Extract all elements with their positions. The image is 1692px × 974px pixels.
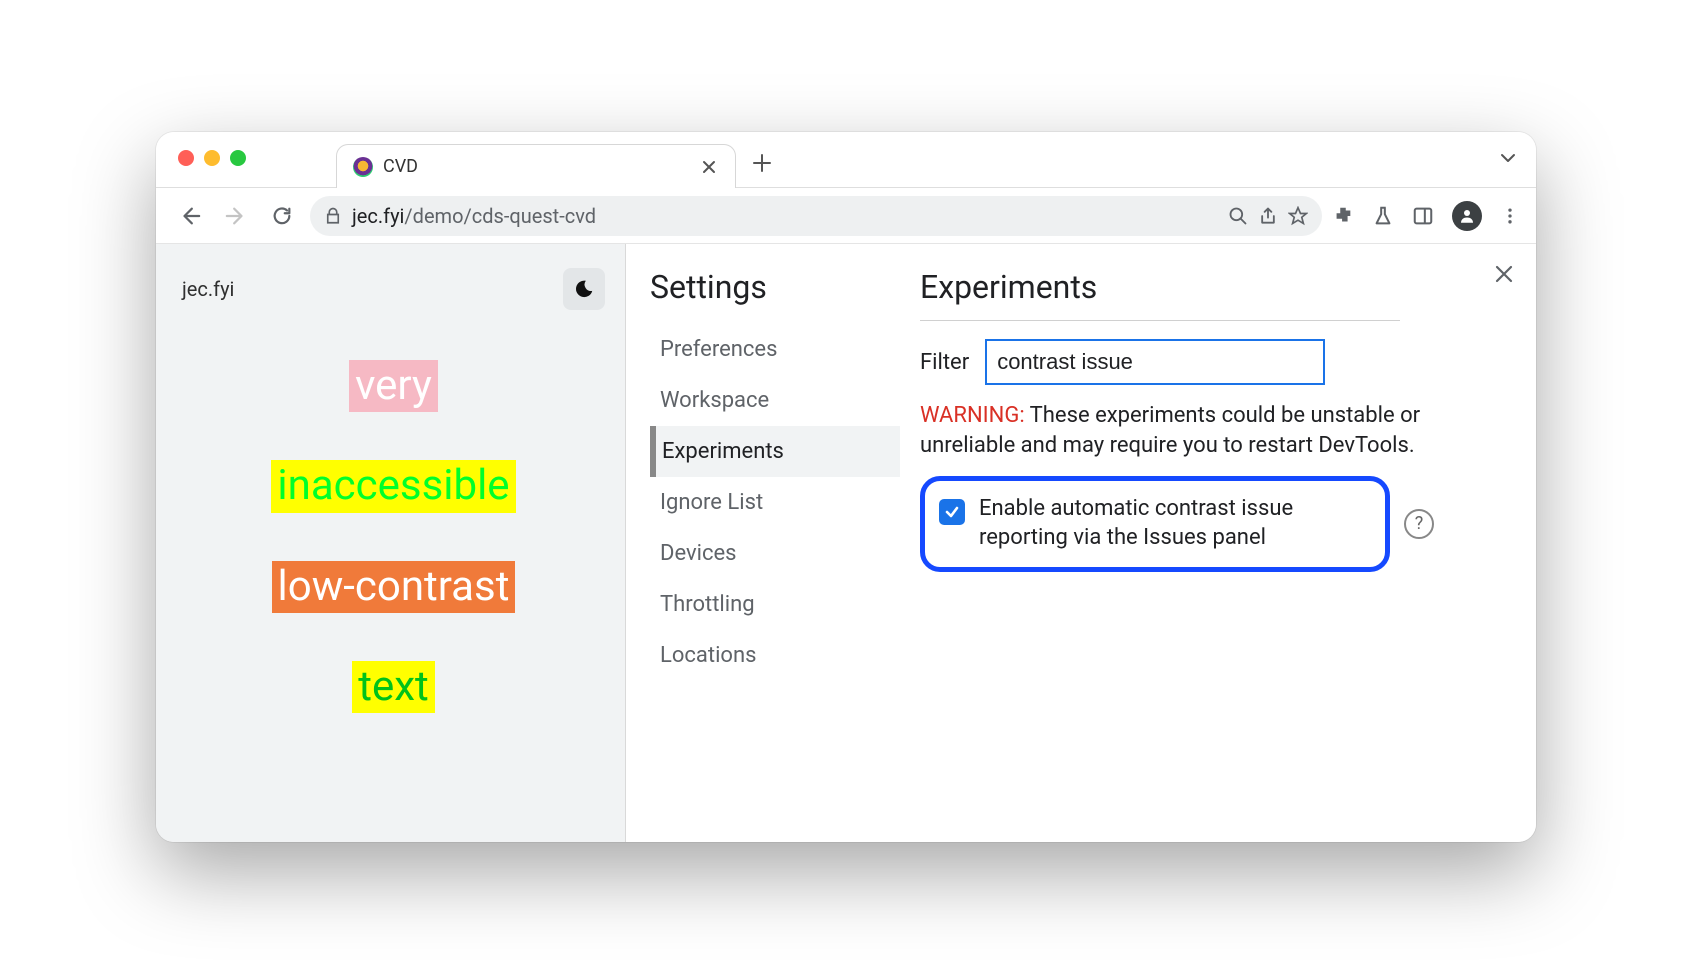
minimize-window-button[interactable] — [204, 150, 220, 166]
demo-words: very inaccessible low-contrast text — [182, 340, 605, 842]
labs-icon[interactable] — [1372, 205, 1394, 227]
maximize-window-button[interactable] — [230, 150, 246, 166]
menu-item-preferences[interactable]: Preferences — [650, 324, 900, 375]
content-area: jec.fyi very inaccessible low-contrast t… — [156, 244, 1536, 842]
address-bar[interactable]: jec.fyi/demo/cds-quest-cvd — [310, 196, 1322, 236]
settings-sidebar: Settings Preferences Workspace Experimen… — [650, 268, 900, 842]
warning-label: WARNING: — [920, 403, 1025, 428]
devtools-settings: Settings Preferences Workspace Experimen… — [626, 244, 1536, 842]
tab-cvd[interactable]: CVD — [336, 144, 736, 188]
panel-icon[interactable] — [1412, 205, 1434, 227]
plus-icon — [752, 153, 772, 173]
menu-button[interactable] — [1500, 206, 1520, 226]
tab-overflow-button[interactable] — [1498, 148, 1518, 168]
favicon-icon — [353, 157, 373, 177]
back-button[interactable] — [172, 198, 208, 234]
toolbar-right — [1332, 201, 1520, 231]
settings-close-button[interactable] — [1494, 264, 1514, 284]
chevron-down-icon — [1498, 148, 1518, 168]
menu-item-ignore-list[interactable]: Ignore List — [650, 477, 900, 528]
word-inaccessible: inaccessible — [271, 460, 515, 512]
settings-menu: Preferences Workspace Experiments Ignore… — [650, 324, 900, 681]
divider — [920, 320, 1400, 321]
close-window-button[interactable] — [178, 150, 194, 166]
help-button[interactable]: ? — [1404, 509, 1434, 539]
browser-window: CVD jec.fyi/dem — [156, 132, 1536, 842]
settings-title: Settings — [650, 268, 900, 306]
new-tab-button[interactable] — [742, 143, 782, 183]
menu-item-workspace[interactable]: Workspace — [650, 375, 900, 426]
arrow-left-icon — [179, 205, 201, 227]
theme-toggle-button[interactable] — [563, 268, 605, 310]
extensions-icon[interactable] — [1332, 205, 1354, 227]
close-icon — [1494, 264, 1514, 284]
tab-strip: CVD — [336, 132, 782, 187]
experiment-label: Enable automatic contrast issue reportin… — [979, 495, 1369, 552]
share-icon[interactable] — [1258, 206, 1278, 226]
forward-button[interactable] — [218, 198, 254, 234]
experiment-checkbox[interactable] — [939, 499, 965, 525]
filter-input[interactable] — [985, 339, 1325, 385]
menu-item-throttling[interactable]: Throttling — [650, 579, 900, 630]
zoom-icon[interactable] — [1228, 206, 1248, 226]
arrow-right-icon — [225, 205, 247, 227]
tab-close-button[interactable] — [697, 155, 721, 179]
word-very: very — [349, 360, 438, 412]
kebab-icon — [1500, 206, 1520, 226]
tab-title: CVD — [383, 156, 687, 177]
moon-icon — [573, 278, 595, 300]
site-brand: jec.fyi — [182, 277, 234, 301]
filter-label: Filter — [920, 350, 969, 375]
filter-row: Filter — [920, 339, 1510, 385]
panel-title: Experiments — [920, 268, 1510, 306]
menu-item-locations[interactable]: Locations — [650, 630, 900, 681]
bookmark-icon[interactable] — [1288, 206, 1308, 226]
profile-avatar[interactable] — [1452, 201, 1482, 231]
menu-item-devices[interactable]: Devices — [650, 528, 900, 579]
url-text: jec.fyi/demo/cds-quest-cvd — [352, 204, 596, 228]
person-icon — [1458, 207, 1476, 225]
window-controls — [178, 150, 246, 166]
page-viewport: jec.fyi very inaccessible low-contrast t… — [156, 244, 626, 842]
warning-text: WARNING: These experiments could be unst… — [920, 401, 1440, 460]
menu-item-experiments[interactable]: Experiments — [650, 426, 900, 477]
reload-icon — [271, 205, 293, 227]
close-icon — [702, 160, 716, 174]
experiment-row-wrap: Enable automatic contrast issue reportin… — [920, 476, 1510, 571]
titlebar: CVD — [156, 132, 1536, 188]
word-low-contrast: low-contrast — [272, 561, 516, 613]
lock-icon — [324, 207, 342, 225]
page-header: jec.fyi — [182, 268, 605, 310]
check-icon — [944, 504, 960, 520]
toolbar: jec.fyi/demo/cds-quest-cvd — [156, 188, 1536, 244]
reload-button[interactable] — [264, 198, 300, 234]
word-text: text — [352, 661, 435, 713]
settings-panel: Experiments Filter WARNING: These experi… — [900, 268, 1510, 842]
experiment-row-highlight: Enable automatic contrast issue reportin… — [920, 476, 1390, 571]
